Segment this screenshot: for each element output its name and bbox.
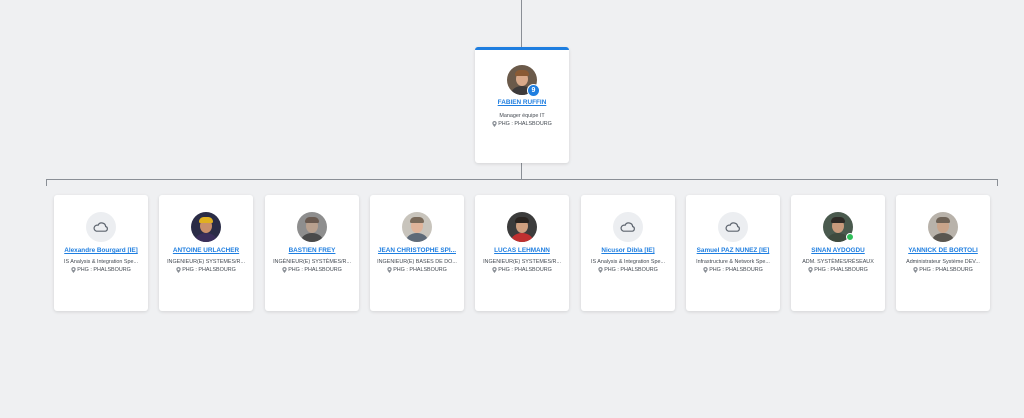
location-text: PHG : PHALSBOURG	[182, 267, 236, 273]
manager-location: PHG : PHALSBOURG	[475, 120, 569, 128]
report-card[interactable]: BASTIEN FREY INGÉNIEUR(E) SYSTÈMES/R... …	[265, 195, 359, 311]
avatar[interactable]	[928, 212, 958, 242]
report-name-link[interactable]: LUCAS LEHMANN	[475, 247, 569, 255]
avatar[interactable]	[86, 212, 116, 242]
avatar[interactable]	[402, 212, 432, 242]
location-text: PHG : PHALSBOURG	[604, 267, 658, 273]
report-name-link[interactable]: BASTIEN FREY	[265, 247, 359, 255]
report-location: PHG : PHALSBOURG	[159, 266, 253, 274]
connector-left-end	[46, 179, 47, 186]
report-location: PHG : PHALSBOURG	[791, 266, 885, 274]
manager-card[interactable]: 9 FABIEN RUFFIN Manager équipe IT PHG : …	[475, 47, 569, 163]
location-pin-icon	[71, 267, 76, 273]
org-chart-canvas: 9 FABIEN RUFFIN Manager équipe IT PHG : …	[0, 0, 1024, 418]
location-pin-icon	[808, 267, 813, 273]
location-text: PHG : PHALSBOURG	[919, 267, 973, 273]
report-name-link[interactable]: Nicusor Dibla [IE]	[581, 247, 675, 255]
avatar[interactable]	[718, 212, 748, 242]
cloud-icon	[725, 221, 740, 232]
location-pin-icon	[176, 267, 181, 273]
location-text: PHG : PHALSBOURG	[288, 267, 342, 273]
report-job-title: INGENIEUR(E) SYSTEMES/R...	[483, 259, 561, 265]
report-card[interactable]: Nicusor Dibla [IE] IS Analysis & Integra…	[581, 195, 675, 311]
location-pin-icon	[387, 267, 392, 273]
connector-top	[521, 0, 522, 47]
location-pin-icon	[598, 267, 603, 273]
avatar-photo	[402, 212, 432, 242]
report-name-link[interactable]: SINAN AYDOGDU	[791, 247, 885, 255]
report-job-title: Administrateur Système DEV...	[906, 259, 980, 265]
report-job-title: ADM. SYSTÈMES/RÉSEAUX	[802, 259, 874, 265]
report-job-title: INGENIEUR(E) SYSTEMES/R...	[167, 259, 245, 265]
avatar[interactable]	[297, 212, 327, 242]
report-card[interactable]: ANTOINE URLACHER INGENIEUR(E) SYSTEMES/R…	[159, 195, 253, 311]
location-pin-icon	[703, 267, 708, 273]
report-name-link[interactable]: Samuel PAZ NUNEZ [IE]	[686, 247, 780, 255]
avatar[interactable]	[507, 212, 537, 242]
report-card[interactable]: YANNICK DE BORTOLI Administrateur Systèm…	[896, 195, 990, 311]
report-name-link[interactable]: ANTOINE URLACHER	[159, 247, 253, 255]
report-location: PHG : PHALSBOURG	[896, 266, 990, 274]
report-location: PHG : PHALSBOURG	[54, 266, 148, 274]
report-job-title: INGÉNIEUR(E) SYSTÈMES/R...	[273, 259, 351, 265]
location-text: PHG : PHALSBOURG	[498, 121, 552, 127]
avatar[interactable]: 9	[507, 65, 540, 97]
report-location: PHG : PHALSBOURG	[686, 266, 780, 274]
avatar-photo	[297, 212, 327, 242]
report-name-link[interactable]: JEAN CHRISTOPHE SPI...	[370, 247, 464, 255]
report-name-link[interactable]: Alexandre Bourgard [IE]	[54, 247, 148, 255]
report-name-link[interactable]: YANNICK DE BORTOLI	[896, 247, 990, 255]
location-text: PHG : PHALSBOURG	[814, 267, 868, 273]
report-card[interactable]: Alexandre Bourgard [IE] IS Analysis & In…	[54, 195, 148, 311]
manager-name-link[interactable]: FABIEN RUFFIN	[475, 99, 569, 107]
connector-manager-down	[521, 163, 522, 179]
report-card[interactable]: SINAN AYDOGDU ADM. SYSTÈMES/RÉSEAUX PHG …	[791, 195, 885, 311]
avatar-photo	[507, 212, 537, 242]
location-pin-icon	[282, 267, 287, 273]
report-location: PHG : PHALSBOURG	[265, 266, 359, 274]
report-location: PHG : PHALSBOURG	[370, 266, 464, 274]
report-job-title: IS Analysis & Integration Spe...	[590, 259, 665, 265]
report-job-title: IS Analysis & Integration Spe...	[63, 259, 138, 265]
location-pin-icon	[492, 267, 497, 273]
connector-horizontal	[46, 179, 998, 180]
report-location: PHG : PHALSBOURG	[581, 266, 675, 274]
report-card[interactable]: JEAN CHRISTOPHE SPI... INGENIEUR(E) BASE…	[370, 195, 464, 311]
cloud-icon	[620, 221, 635, 232]
report-card[interactable]: Samuel PAZ NUNEZ [IE] Infrastructure & N…	[686, 195, 780, 311]
report-location: PHG : PHALSBOURG	[475, 266, 569, 274]
report-job-title: Infrastructure & Network Spe...	[696, 259, 770, 265]
direct-reports-badge[interactable]: 9	[527, 84, 540, 97]
avatar-photo	[191, 212, 221, 242]
report-job-title: INGENIEUR(E) BASES DE DO...	[377, 259, 457, 265]
location-text: PHG : PHALSBOURG	[77, 267, 131, 273]
cloud-icon	[93, 221, 108, 232]
avatar[interactable]	[823, 212, 854, 242]
avatar[interactable]	[613, 212, 643, 242]
avatar-photo	[928, 212, 958, 242]
location-text: PHG : PHALSBOURG	[393, 267, 447, 273]
location-text: PHG : PHALSBOURG	[498, 267, 552, 273]
report-card[interactable]: LUCAS LEHMANN INGENIEUR(E) SYSTEMES/R...…	[475, 195, 569, 311]
avatar[interactable]	[191, 212, 221, 242]
manager-job-title: Manager équipe IT	[499, 113, 545, 119]
presence-status-dot	[846, 233, 854, 241]
location-pin-icon	[913, 267, 918, 273]
location-text: PHG : PHALSBOURG	[709, 267, 763, 273]
connector-right-end	[997, 179, 998, 186]
location-pin-icon	[492, 121, 497, 127]
